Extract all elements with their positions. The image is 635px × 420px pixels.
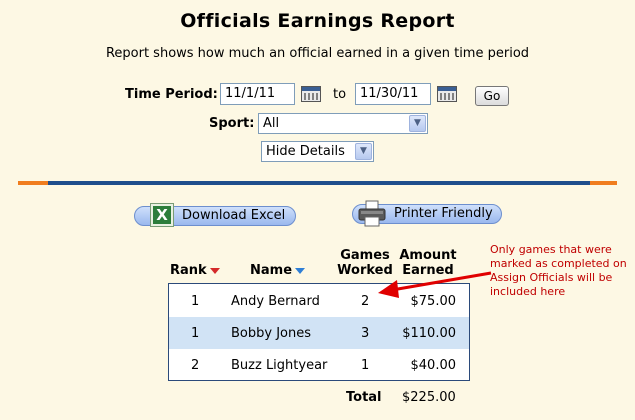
rank-cell: 1 (191, 326, 200, 341)
go-button[interactable]: Go (475, 86, 509, 106)
sport-label: Sport: (209, 116, 255, 131)
name-cell: Bobby Jones (231, 326, 311, 341)
printer-friendly-label: Printer Friendly (394, 206, 493, 221)
page-subtitle: Report shows how much an official earned… (105, 46, 530, 61)
rank-cell: 1 (191, 294, 200, 309)
sort-desc-red-icon (209, 267, 220, 274)
games-cell: 1 (361, 358, 370, 373)
amount-cell: $40.00 (410, 358, 457, 373)
chevron-down-icon: ▼ (355, 143, 372, 160)
chevron-down-icon: ▼ (409, 115, 426, 132)
details-select[interactable]: Hide Details ▼ (261, 141, 374, 162)
sport-select[interactable]: All ▼ (258, 113, 428, 134)
total-label: Total (346, 390, 382, 405)
divider-accent-left (18, 181, 48, 185)
name-column-header[interactable]: Name (250, 263, 306, 278)
total-value: $225.00 (402, 390, 456, 405)
table-row: 2 Buzz Lightyear 1 $40.00 (169, 349, 469, 381)
calendar-icon[interactable] (301, 86, 321, 102)
amount-cell: $110.00 (402, 326, 456, 341)
name-cell: Andy Bernard (231, 294, 320, 309)
time-period-label: Time Period: (125, 87, 218, 102)
divider-accent-right (590, 181, 617, 185)
arrow-left-icon (378, 271, 492, 298)
rank-header-label: Rank (170, 263, 207, 278)
start-date-field[interactable]: 11/1/11 (220, 83, 295, 105)
annotation-note: Only games that were marked as completed… (490, 243, 627, 298)
amount-header-line1: Amount (399, 248, 457, 263)
games-header-line1: Games (340, 248, 390, 263)
rank-column-header[interactable]: Rank (170, 263, 220, 278)
rank-cell: 2 (191, 358, 200, 373)
sport-select-value: All (263, 116, 280, 131)
games-cell: 2 (361, 294, 370, 309)
games-cell: 3 (361, 326, 370, 341)
page-title: Officials Earnings Report (180, 10, 455, 32)
divider (48, 181, 590, 185)
end-date-field[interactable]: 11/30/11 (355, 83, 431, 105)
download-excel-label: Download Excel (182, 208, 286, 223)
excel-icon[interactable]: X (150, 203, 174, 227)
table-row: 1 Bobby Jones 3 $110.00 (169, 317, 469, 349)
details-select-value: Hide Details (266, 144, 345, 159)
printer-icon[interactable] (357, 200, 387, 228)
calendar-icon[interactable] (437, 86, 457, 102)
sort-desc-blue-icon (295, 267, 306, 274)
name-header-label: Name (250, 263, 293, 278)
name-cell: Buzz Lightyear (231, 358, 328, 373)
to-label: to (333, 87, 347, 102)
